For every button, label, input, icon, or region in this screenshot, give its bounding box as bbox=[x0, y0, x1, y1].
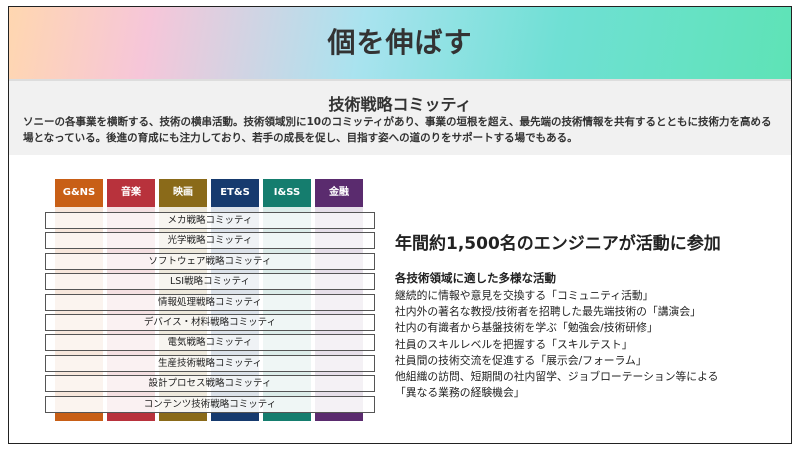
business-column-foot bbox=[315, 413, 363, 421]
business-column-header: G&NS bbox=[55, 179, 103, 207]
business-column-header: I&SS bbox=[263, 179, 311, 207]
activity-item: 他組織の訪問、短期間の社内留学、ジョブローテーション等による bbox=[395, 370, 719, 384]
business-column-foot bbox=[55, 413, 103, 421]
section-description: ソニーの各事業を横断する、技術の横串活動。技術領域別に10のコミッティがあり、事… bbox=[23, 116, 772, 144]
slide-frame: 個を伸ばす 技術戦略コミッティ ソニーの各事業を横断する、技術の横串活動。技術領… bbox=[8, 6, 792, 444]
page-title: 個を伸ばす bbox=[327, 26, 473, 59]
committee-row: デバイス・材料戦略コミッティ bbox=[45, 314, 375, 331]
activities-title: 各技術領域に適した多様な活動 bbox=[395, 271, 556, 285]
business-column-foot bbox=[107, 413, 155, 421]
participants-headline: 年間約1,500名のエンジニアが活動に参加 bbox=[395, 234, 721, 254]
committee-row: 電気戦略コミッティ bbox=[45, 334, 375, 352]
business-column-header: 音楽 bbox=[107, 179, 155, 207]
activity-item: 継続的に情報や意見を交換する「コミュニティ活動」 bbox=[395, 289, 654, 302]
committee-row: ソフトウェア戦略コミッティ bbox=[45, 252, 375, 270]
business-column-header: ET&S bbox=[211, 179, 259, 207]
activity-item: 社員間の技術交流を促進する「展示会/フォーラム」 bbox=[395, 353, 647, 367]
business-column-header: 映画 bbox=[159, 179, 207, 207]
business-column-foot bbox=[263, 413, 311, 421]
activity-item: 社内の有識者から基盤技術を学ぶ「勉強会/技術研修」 bbox=[395, 321, 658, 335]
committee-row: コンテンツ技術戦略コミッティ bbox=[45, 395, 375, 413]
committee-row: 光学戦略コミッティ bbox=[45, 232, 375, 250]
business-column-foot bbox=[211, 413, 259, 421]
committee-row: LSI戦略コミッティ bbox=[45, 273, 375, 291]
activity-item: 「異なる業務の経験機会」 bbox=[395, 386, 525, 400]
committee-row: 設計プロセス戦略コミッティ bbox=[45, 375, 375, 393]
activity-item: 社員のスキルレベルを把握する「スキルテスト」 bbox=[395, 337, 633, 351]
activity-item: 社内外の著名な教授/技術者を招聘した最先端技術の「講演会」 bbox=[395, 305, 701, 319]
section-title: 技術戦略コミッティ bbox=[328, 95, 472, 114]
committee-row: 情報処理戦略コミッティ bbox=[45, 293, 375, 311]
business-column-foot bbox=[159, 413, 207, 421]
business-column-header: 金融 bbox=[315, 179, 363, 207]
committee-row: メカ戦略コミッティ bbox=[45, 212, 375, 229]
activities-list: 継続的に情報や意見を交換する「コミュニティ活動」社内外の著名な教授/技術者を招聘… bbox=[395, 288, 718, 401]
section-header: 技術戦略コミッティ ソニーの各事業を横断する、技術の横串活動。技術領域別に10の… bbox=[9, 79, 791, 155]
committee-row: 生産技術戦略コミッティ bbox=[45, 354, 375, 372]
title-banner: 個を伸ばす bbox=[9, 7, 791, 79]
committee-matrix-diagram: G&NS 音楽 映画 ET&S I&SS 金融メカ戦略コミッティ 光学戦略コミッティ ソフトウ… bbox=[45, 179, 375, 421]
